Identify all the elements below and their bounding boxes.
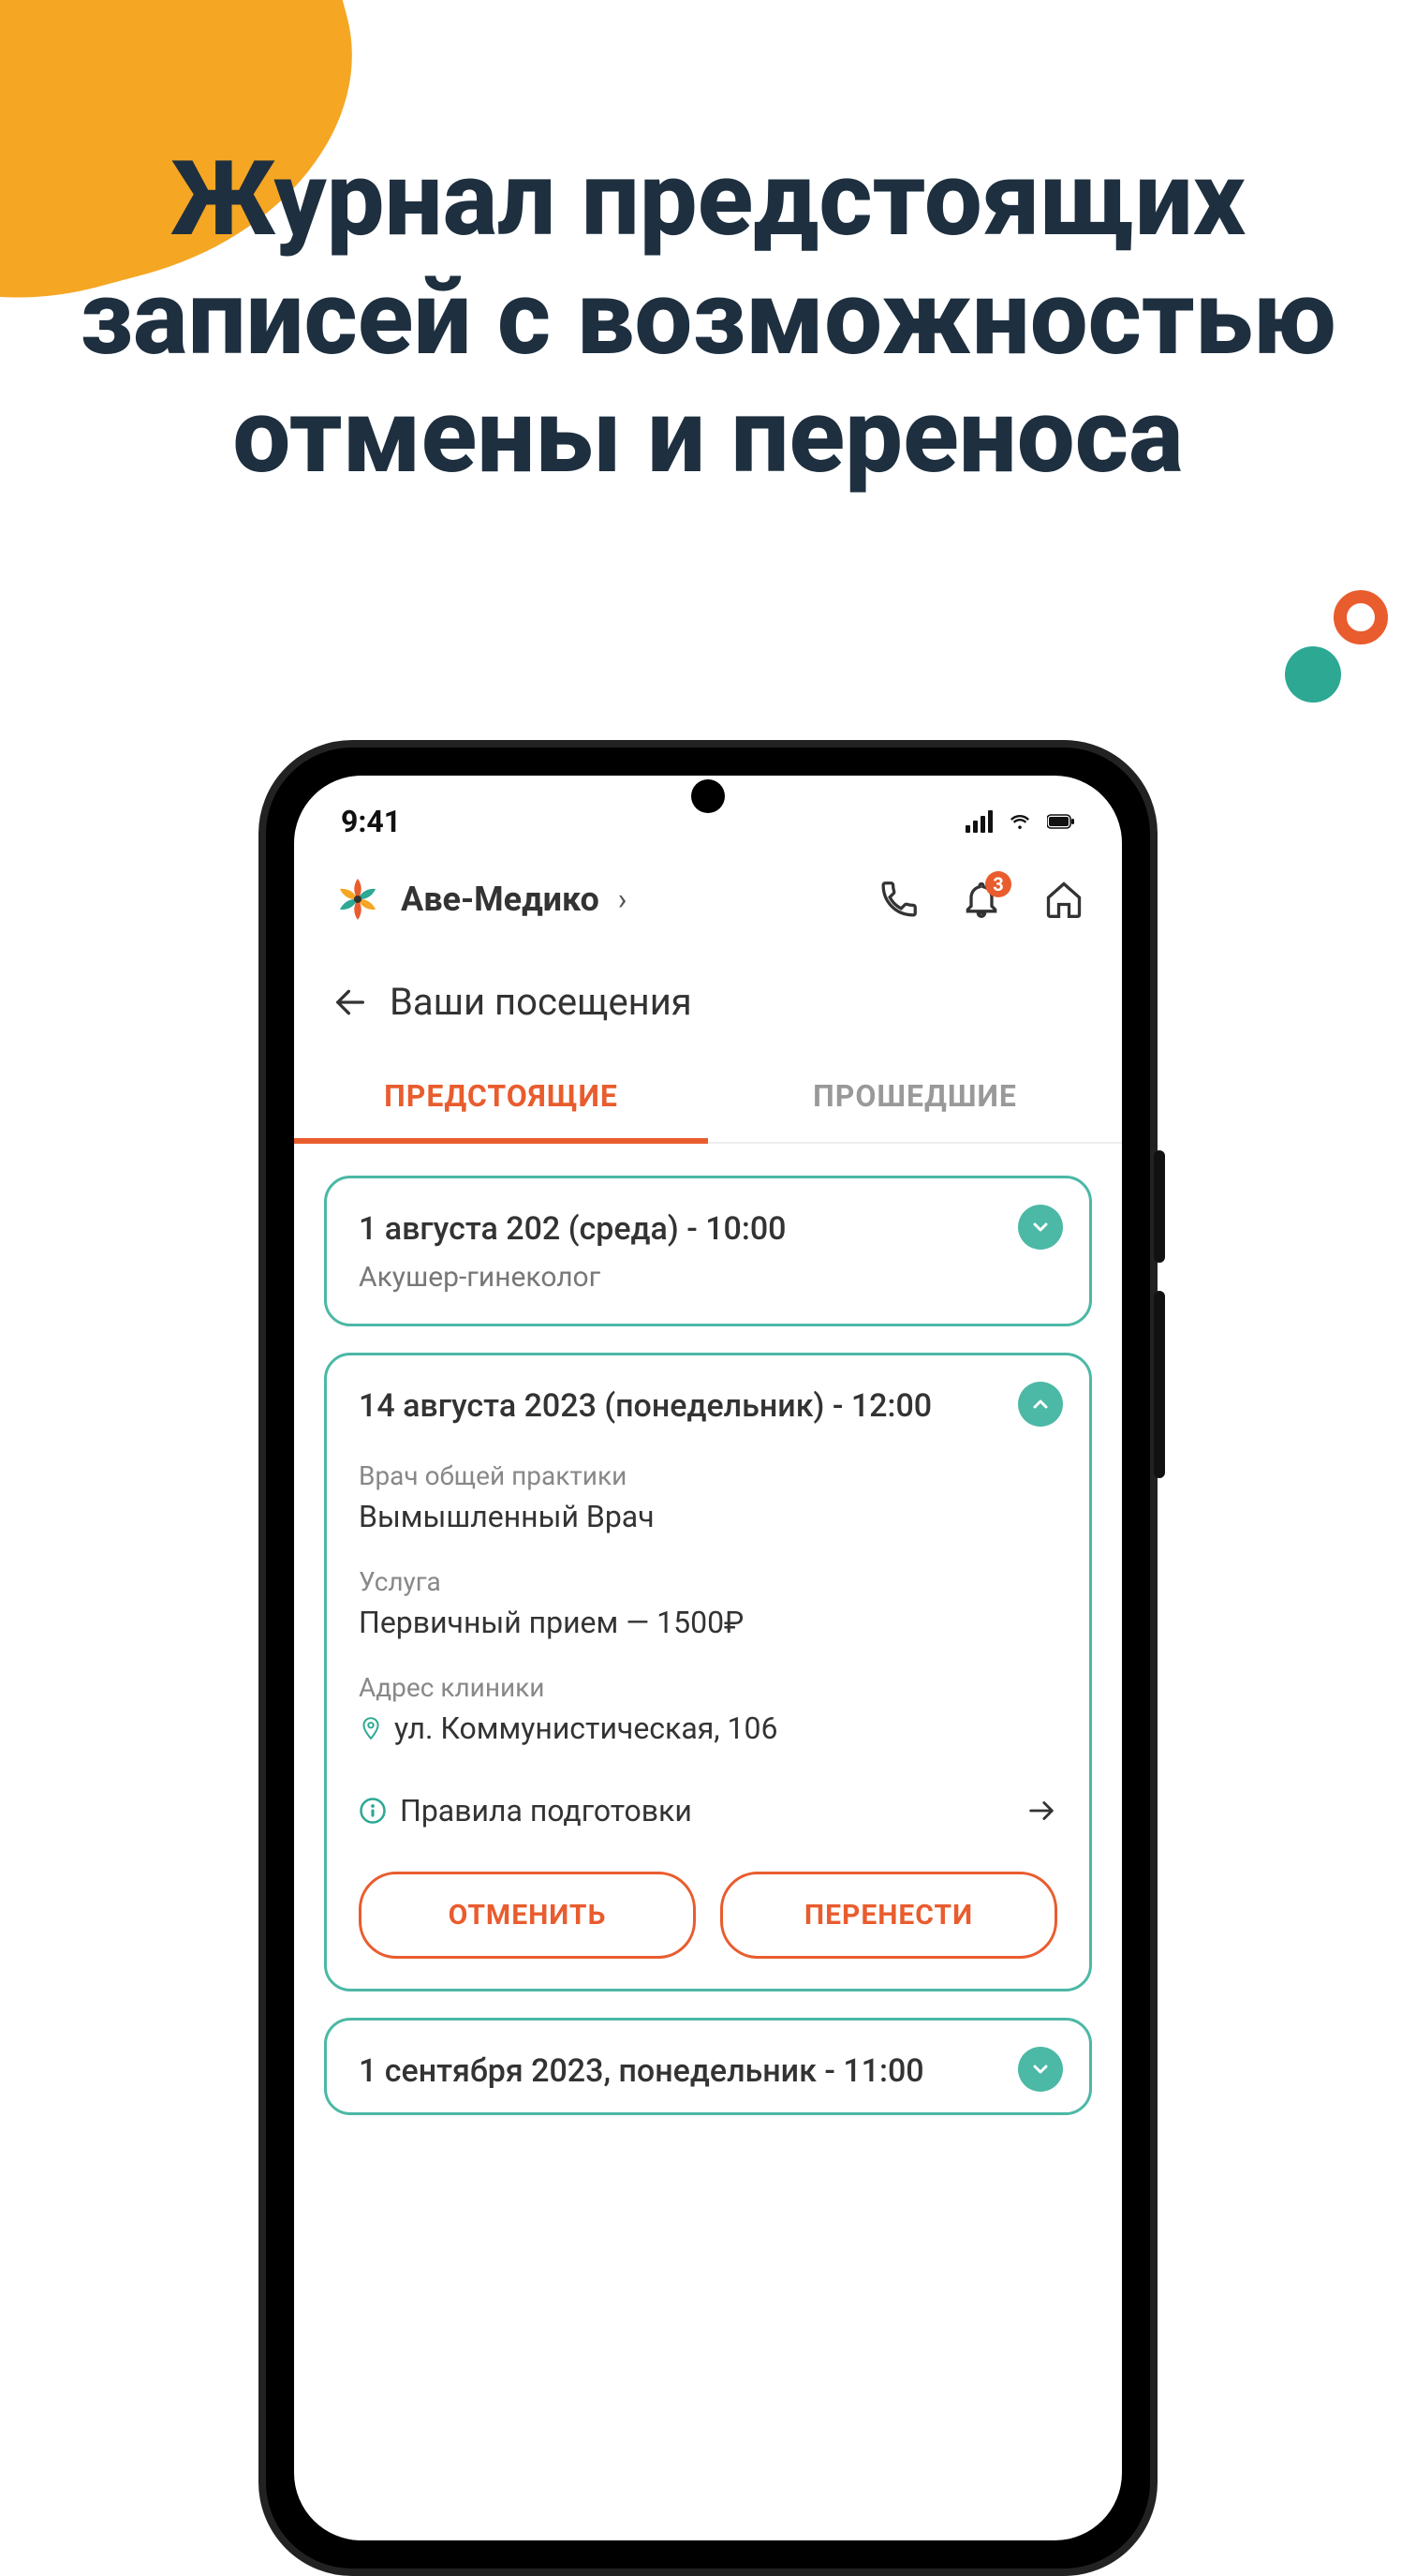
status-time: 9:41 bbox=[341, 804, 401, 839]
appointment-card[interactable]: 1 сентября 2023, понедельник - 11:00 bbox=[324, 2018, 1092, 2115]
decorative-dot-orange bbox=[1334, 590, 1388, 644]
reschedule-button[interactable]: ПЕРЕНЕСТИ bbox=[720, 1872, 1057, 1959]
status-icons bbox=[966, 810, 1075, 833]
notification-badge: 3 bbox=[985, 871, 1011, 897]
brand-name[interactable]: Аве-Медико bbox=[401, 880, 599, 919]
tab-past[interactable]: ПРОШЕДШИЕ bbox=[708, 1052, 1122, 1142]
page-title: Ваши посещения bbox=[390, 980, 692, 1024]
chevron-down-icon bbox=[1029, 2058, 1052, 2080]
expand-button[interactable] bbox=[1018, 1205, 1063, 1250]
marketing-headline: Журнал предстоящих записей с возможность… bbox=[0, 141, 1416, 496]
phone-side-button bbox=[1154, 1291, 1165, 1478]
collapse-button[interactable] bbox=[1018, 1382, 1063, 1427]
tab-upcoming[interactable]: ПРЕДСТОЯЩИЕ bbox=[294, 1052, 708, 1142]
back-arrow-icon[interactable] bbox=[332, 984, 369, 1021]
doctor-name: Вымышленный Врач bbox=[359, 1499, 1057, 1534]
appointment-card-expanded: 14 августа 2023 (понедельник) - 12:00 Вр… bbox=[324, 1353, 1092, 1991]
info-icon bbox=[359, 1797, 387, 1825]
preparation-rules-label: Правила подготовки bbox=[400, 1793, 1012, 1828]
battery-icon bbox=[1047, 810, 1075, 833]
chevron-down-icon bbox=[1029, 1216, 1052, 1238]
appointment-specialty: Акушер-гинеколог bbox=[359, 1261, 1057, 1294]
appointment-datetime: 1 августа 202 (среда) - 10:00 bbox=[359, 1208, 1057, 1251]
cancel-button[interactable]: ОТМЕНИТЬ bbox=[359, 1872, 696, 1959]
wifi-icon bbox=[1006, 810, 1034, 833]
map-pin-icon bbox=[359, 1716, 383, 1740]
appointment-datetime: 14 августа 2023 (понедельник) - 12:00 bbox=[359, 1385, 1057, 1429]
appointment-card[interactable]: 1 августа 202 (среда) - 10:00 Акушер-гин… bbox=[324, 1176, 1092, 1326]
service-label: Услуга bbox=[359, 1566, 1057, 1597]
address-label: Адрес клиники bbox=[359, 1672, 1057, 1703]
phone-camera bbox=[691, 779, 725, 813]
brand-logo-icon[interactable] bbox=[332, 873, 384, 925]
preparation-rules-link[interactable]: Правила подготовки bbox=[359, 1793, 1057, 1828]
service-value: Первичный прием — 1500₽ bbox=[359, 1605, 1057, 1640]
clinic-address: ул. Коммунистическая, 106 bbox=[394, 1710, 777, 1746]
chevron-up-icon bbox=[1029, 1393, 1052, 1415]
phone-frame: 9:41 bbox=[258, 740, 1158, 2576]
tabs: ПРЕДСТОЯЩИЕ ПРОШЕДШИЕ bbox=[294, 1052, 1122, 1144]
phone-side-button bbox=[1154, 1150, 1165, 1263]
chevron-right-icon[interactable]: › bbox=[618, 881, 627, 917]
arrow-right-icon bbox=[1025, 1795, 1057, 1827]
phone-icon[interactable] bbox=[878, 879, 920, 920]
page-title-row: Ваши посещения bbox=[294, 942, 1122, 1052]
phone-screen: 9:41 bbox=[294, 776, 1122, 2540]
expand-button[interactable] bbox=[1018, 2047, 1063, 2092]
home-icon[interactable] bbox=[1043, 879, 1084, 920]
bell-icon[interactable]: 3 bbox=[961, 879, 1002, 920]
decorative-dot-teal bbox=[1285, 646, 1341, 703]
app-header: Аве-Медико › 3 bbox=[294, 849, 1122, 942]
doctor-label: Врач общей практики bbox=[359, 1460, 1057, 1491]
signal-icon bbox=[966, 810, 993, 833]
appointment-datetime: 1 сентября 2023, понедельник - 11:00 bbox=[359, 2050, 1057, 2094]
appointment-list: 1 августа 202 (среда) - 10:00 Акушер-гин… bbox=[294, 1144, 1122, 2115]
